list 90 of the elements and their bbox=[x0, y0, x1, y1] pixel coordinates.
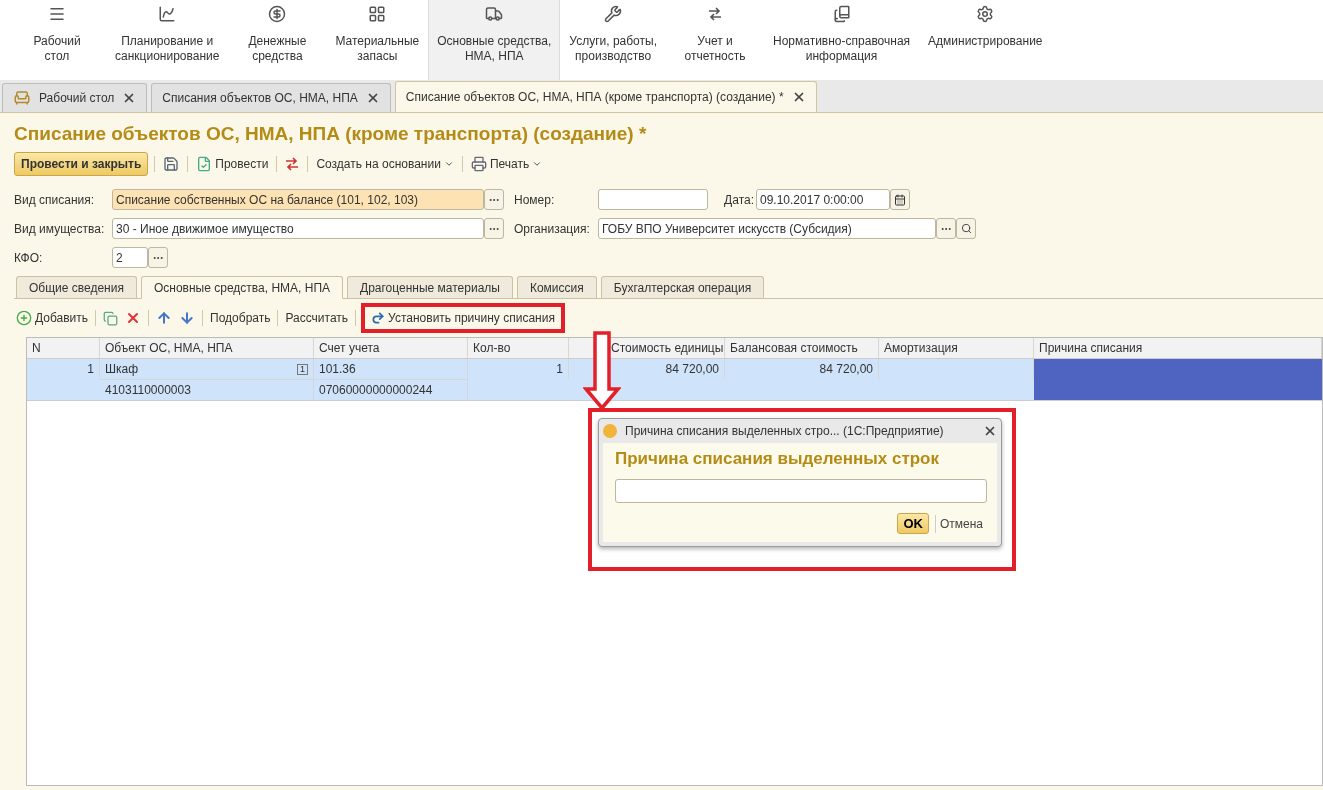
select-button[interactable] bbox=[484, 218, 504, 239]
document-check-icon bbox=[196, 156, 213, 172]
form-tab[interactable]: Бухгалтерская операция bbox=[600, 276, 765, 298]
field-label: Номер: bbox=[513, 192, 556, 207]
kfo-field[interactable]: 2 bbox=[112, 247, 148, 268]
document-title: Списание объектов ОС, НМА, НПА (кроме транспорта) (создание) * bbox=[14, 123, 648, 145]
table-cell-text: 07060000000000244 bbox=[318, 382, 434, 399]
field-label: Дата: bbox=[723, 192, 754, 207]
tab-label: Рабочий стол bbox=[39, 91, 115, 105]
open-tab[interactable]: Рабочий стол bbox=[2, 83, 148, 112]
form-tab[interactable]: Общие сведения bbox=[16, 276, 137, 298]
table-cell: 1 bbox=[27, 359, 100, 379]
post-button[interactable]: Провести bbox=[194, 154, 271, 174]
column-header: Причина списания bbox=[1034, 338, 1322, 358]
form-tab[interactable]: Драгоценные материалы bbox=[347, 276, 513, 298]
date-field[interactable]: 09.10.2017 0:00:00 bbox=[756, 189, 890, 210]
column-header: N bbox=[27, 338, 100, 358]
set-reason-button[interactable]: Установить причину списания bbox=[361, 303, 565, 333]
section-item[interactable]: Денежные средства bbox=[228, 0, 327, 80]
write-off-type-field[interactable]: Списание собственных ОС на балансе (101, 102, 103) bbox=[112, 189, 484, 210]
property-type-field[interactable]: 30 - Иное движимое имущество bbox=[112, 218, 484, 239]
post-and-close-button[interactable]: Провести и закрыть bbox=[14, 152, 149, 176]
section-item[interactable]: Нормативно-справочная информация bbox=[764, 0, 920, 80]
column-header: Объект ОС, НМА, НПА bbox=[100, 338, 314, 358]
column-header: Амортизация bbox=[879, 338, 1034, 358]
transfer-icon bbox=[285, 157, 300, 171]
tab-label: Списание объектов ОС, НМА, НПА (кроме транспорта) (создание) * bbox=[405, 90, 784, 104]
search-icon bbox=[960, 223, 972, 234]
column-header: Балансовая стоимость bbox=[725, 338, 879, 358]
desk-icon bbox=[13, 89, 31, 107]
section-item[interactable]: Рабочий стол bbox=[8, 0, 106, 80]
ok-button[interactable]: OK bbox=[897, 513, 929, 534]
section-item[interactable]: Администрирование bbox=[919, 0, 1052, 80]
settings-icon bbox=[976, 5, 995, 23]
copy-icon bbox=[103, 310, 119, 326]
wrench-icon bbox=[604, 5, 623, 23]
printer-icon bbox=[470, 156, 487, 172]
dialog-title: Причина списания выделенных стро... (1С:Предприятие) bbox=[625, 424, 945, 438]
books-icon bbox=[832, 5, 851, 23]
grid-icon bbox=[368, 5, 387, 23]
reason-input-field[interactable] bbox=[615, 479, 987, 503]
field-label: Вид имущества: bbox=[14, 221, 106, 236]
truck-icon bbox=[485, 5, 504, 23]
number-field[interactable] bbox=[598, 189, 708, 210]
search-button[interactable] bbox=[956, 218, 976, 239]
close-icon[interactable] bbox=[983, 424, 997, 438]
section-item[interactable]: Основные средства, НМА, НПА bbox=[428, 0, 561, 80]
tab-label: Списания объектов ОС, НМА, НПА bbox=[162, 91, 358, 105]
table-cell: 101.36 bbox=[314, 359, 467, 380]
create-based-on-button[interactable]: Создать на основании bbox=[314, 155, 456, 173]
form-tab[interactable]: Комиссия bbox=[516, 276, 597, 298]
calendar-icon bbox=[894, 193, 906, 206]
table-cell: Шкаф 1 bbox=[100, 359, 313, 380]
marker-icon: 1 bbox=[297, 363, 308, 375]
cancel-button[interactable]: Отмена bbox=[934, 514, 987, 533]
select-button[interactable] bbox=[148, 247, 168, 268]
caret-icon bbox=[443, 159, 454, 169]
table-cell-text: 4103110000003 bbox=[104, 382, 192, 399]
caret-icon bbox=[532, 159, 543, 169]
print-button[interactable]: Печать bbox=[468, 154, 545, 174]
toolbar-button[interactable]: Подобрать bbox=[208, 309, 273, 327]
column-header: Кол-во bbox=[468, 338, 569, 358]
app-logo-icon bbox=[603, 424, 617, 438]
coin-icon bbox=[268, 5, 287, 23]
curved-arrow-icon bbox=[371, 311, 386, 325]
toolbar-button[interactable]: Рассчитать bbox=[283, 309, 351, 327]
table-cell: 84 720,00 bbox=[725, 359, 879, 379]
select-button[interactable] bbox=[484, 189, 504, 210]
open-tab[interactable]: Списания объектов ОС, НМА, НПА bbox=[151, 83, 391, 112]
chart-icon bbox=[158, 5, 177, 23]
plus-icon bbox=[16, 310, 32, 326]
table-cell: 1 bbox=[468, 359, 569, 379]
section-item[interactable]: Материальные запасы bbox=[326, 0, 429, 80]
menu-icon bbox=[48, 5, 66, 23]
section-item[interactable]: Учет и отчетность bbox=[666, 0, 764, 80]
calendar-button[interactable] bbox=[890, 189, 910, 210]
section-item[interactable]: Планирование и санкционирование bbox=[106, 0, 229, 80]
table-row[interactable]: 1 Шкаф 1 4103110000003 101.36 07060000000000244 1 84 720,00 84 720,00 bbox=[27, 359, 1322, 401]
transfer-icon bbox=[708, 7, 722, 21]
save-icon bbox=[163, 156, 180, 172]
form-tab[interactable]: Основные средства, НМА, НПА bbox=[140, 276, 343, 299]
organization-field[interactable]: ГОБУ ВПО Университет искусств (Субсидия) bbox=[598, 218, 936, 239]
section-item[interactable]: Услуги, работы, производство bbox=[560, 0, 666, 80]
field-label: КФО: bbox=[14, 250, 44, 265]
add-button[interactable]: Добавить bbox=[14, 308, 91, 328]
dialog-heading: Причина списания выделенных строк bbox=[615, 449, 940, 469]
column-header: Счет учета bbox=[314, 338, 468, 358]
field-label: Вид списания: bbox=[14, 192, 96, 207]
field-label: Организация: bbox=[513, 221, 591, 236]
open-tab[interactable]: Списание объектов ОС, НМА, НПА (кроме транспорта) (создание) * bbox=[394, 81, 817, 112]
